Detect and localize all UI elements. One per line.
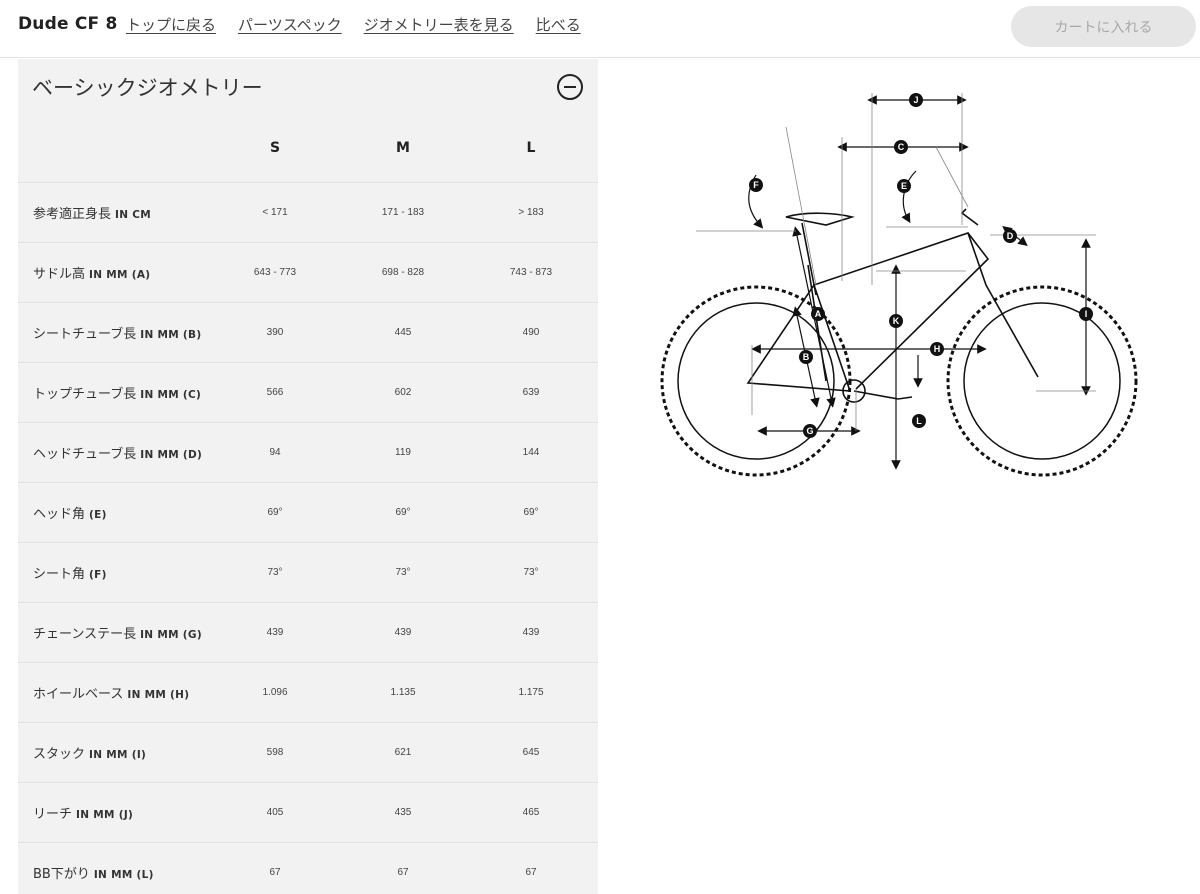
bike-geometry-svg: J C D E F A B H K I G L bbox=[660, 93, 1138, 477]
marker-label-d: D bbox=[1007, 231, 1014, 241]
row-value-l: 743 - 873 bbox=[509, 267, 553, 278]
row-value-l: 1.175 bbox=[518, 687, 544, 698]
marker-label-c: C bbox=[898, 142, 905, 152]
row-value-l: 69° bbox=[523, 507, 539, 518]
row-value-s: 566 bbox=[266, 387, 284, 398]
table-row: シートチューブ長 IN MM (B) 390 445 490 bbox=[18, 303, 598, 363]
row-label: リーチ IN MM (J) bbox=[33, 807, 134, 822]
row-value-l: 490 bbox=[522, 327, 540, 338]
row-value-l: > 183 bbox=[518, 207, 544, 218]
add-to-cart-button[interactable]: カートに入れる bbox=[1011, 6, 1196, 47]
table-row: サドル高 IN MM (A) 643 - 773 698 - 828 743 - … bbox=[18, 243, 598, 303]
row-value-s: 94 bbox=[269, 447, 281, 458]
table-row: トップチューブ長 IN MM (C) 566 602 639 bbox=[18, 363, 598, 423]
row-value-s: 390 bbox=[266, 327, 284, 338]
row-value-s: 405 bbox=[266, 807, 284, 818]
row-value-m: 602 bbox=[394, 387, 412, 398]
collapse-minus-icon[interactable] bbox=[557, 74, 583, 100]
row-value-m: 435 bbox=[394, 807, 412, 818]
measure-lines bbox=[751, 95, 1091, 470]
row-value-s: 439 bbox=[266, 627, 284, 638]
table-row: ホイールベース IN MM (H) 1.096 1.135 1.175 bbox=[18, 663, 598, 723]
row-value-l: 465 bbox=[522, 807, 540, 818]
marker-label-a: A bbox=[815, 309, 822, 319]
nav-link-parts-spec[interactable]: パーツスペック bbox=[238, 14, 342, 35]
bike-frame bbox=[746, 208, 1039, 403]
row-value-m: 698 - 828 bbox=[381, 267, 425, 278]
table-row: シート角 (F) 73° 73° 73° bbox=[18, 543, 598, 603]
top-nav: トップに戻る パーツスペック ジオメトリー表を見る 比べる bbox=[126, 14, 603, 35]
marker-label-b: B bbox=[803, 352, 810, 362]
marker-label-e: E bbox=[901, 181, 907, 191]
row-value-m: 69° bbox=[395, 507, 411, 518]
table-row: スタック IN MM (I) 598 621 645 bbox=[18, 723, 598, 783]
row-value-m: 439 bbox=[394, 627, 412, 638]
size-s-header: S bbox=[269, 140, 281, 156]
row-label: シート角 (F) bbox=[33, 567, 107, 582]
row-value-s: 1.096 bbox=[262, 687, 288, 698]
row-value-l: 639 bbox=[522, 387, 540, 398]
row-value-s: 69° bbox=[267, 507, 283, 518]
marker-label-h: H bbox=[934, 344, 941, 354]
nav-link-compare[interactable]: 比べる bbox=[536, 14, 581, 35]
bike-geometry-diagram: J C D E F A B H K I G L bbox=[656, 85, 1146, 485]
marker-label-k: K bbox=[893, 316, 900, 326]
marker-label-f: F bbox=[753, 180, 759, 190]
row-value-m: 119 bbox=[395, 447, 411, 458]
row-value-l: 645 bbox=[522, 747, 540, 758]
table-row: BB下がり IN MM (L) 67 67 67 bbox=[18, 843, 598, 894]
row-value-s: 73° bbox=[267, 567, 283, 578]
row-label: ヘッドチューブ長 IN MM (D) bbox=[33, 447, 203, 462]
marker-label-j: J bbox=[913, 95, 918, 105]
row-value-l: 144 bbox=[522, 447, 540, 458]
row-value-s: 643 - 773 bbox=[253, 267, 297, 278]
geometry-header[interactable]: ベーシックジオメトリー bbox=[18, 59, 598, 115]
row-label: ヘッド角 (E) bbox=[33, 507, 107, 522]
product-name: Dude CF 8 bbox=[18, 14, 118, 34]
row-value-s: 598 bbox=[266, 747, 284, 758]
row-value-l: 73° bbox=[523, 567, 539, 578]
row-value-m: 445 bbox=[394, 327, 412, 338]
top-bar: Dude CF 8 トップに戻る パーツスペック ジオメトリー表を見る 比べる … bbox=[0, 0, 1200, 58]
size-header-row: S M L bbox=[18, 115, 598, 183]
table-row: 参考適正身長 IN CM < 171 171 - 183 > 183 bbox=[18, 183, 598, 243]
row-value-m: 67 bbox=[397, 867, 409, 878]
row-label: シートチューブ長 IN MM (B) bbox=[33, 327, 202, 342]
table-row: チェーンステー長 IN MM (G) 439 439 439 bbox=[18, 603, 598, 663]
row-value-m: 171 - 183 bbox=[381, 207, 425, 218]
row-value-m: 621 bbox=[394, 747, 412, 758]
markers bbox=[749, 93, 1093, 438]
size-m-header: M bbox=[396, 140, 410, 156]
geometry-title: ベーシックジオメトリー bbox=[32, 76, 263, 100]
row-value-l: 67 bbox=[525, 867, 537, 878]
row-value-m: 1.135 bbox=[390, 687, 416, 698]
measure-arcs bbox=[748, 170, 917, 229]
table-row: ヘッド角 (E) 69° 69° 69° bbox=[18, 483, 598, 543]
row-label: スタック IN MM (I) bbox=[33, 747, 147, 762]
table-row: リーチ IN MM (J) 405 435 465 bbox=[18, 783, 598, 843]
table-row: ヘッドチューブ長 IN MM (D) 94 119 144 bbox=[18, 423, 598, 483]
geometry-panel: ベーシックジオメトリー S M L 参考適正身長 IN CM < 171 171 … bbox=[18, 59, 598, 894]
row-label: ホイールベース IN MM (H) bbox=[33, 687, 190, 702]
size-l-header: L bbox=[526, 140, 536, 156]
row-label: BB下がり IN MM (L) bbox=[33, 867, 154, 882]
row-label: トップチューブ長 IN MM (C) bbox=[33, 387, 202, 402]
marker-label-g: G bbox=[806, 426, 813, 436]
row-value-s: 67 bbox=[269, 867, 281, 878]
row-value-s: < 171 bbox=[262, 207, 288, 218]
row-value-m: 73° bbox=[395, 567, 411, 578]
row-value-l: 439 bbox=[522, 627, 540, 638]
nav-link-geometry[interactable]: ジオメトリー表を見る bbox=[364, 14, 514, 35]
row-label: チェーンステー長 IN MM (G) bbox=[33, 627, 202, 642]
marker-label-i: I bbox=[1085, 309, 1088, 319]
nav-link-top[interactable]: トップに戻る bbox=[126, 14, 216, 35]
row-label: 参考適正身長 IN CM bbox=[33, 207, 152, 222]
marker-label-l: L bbox=[916, 416, 922, 426]
front-wheel bbox=[946, 285, 1138, 477]
row-label: サドル高 IN MM (A) bbox=[33, 267, 151, 282]
